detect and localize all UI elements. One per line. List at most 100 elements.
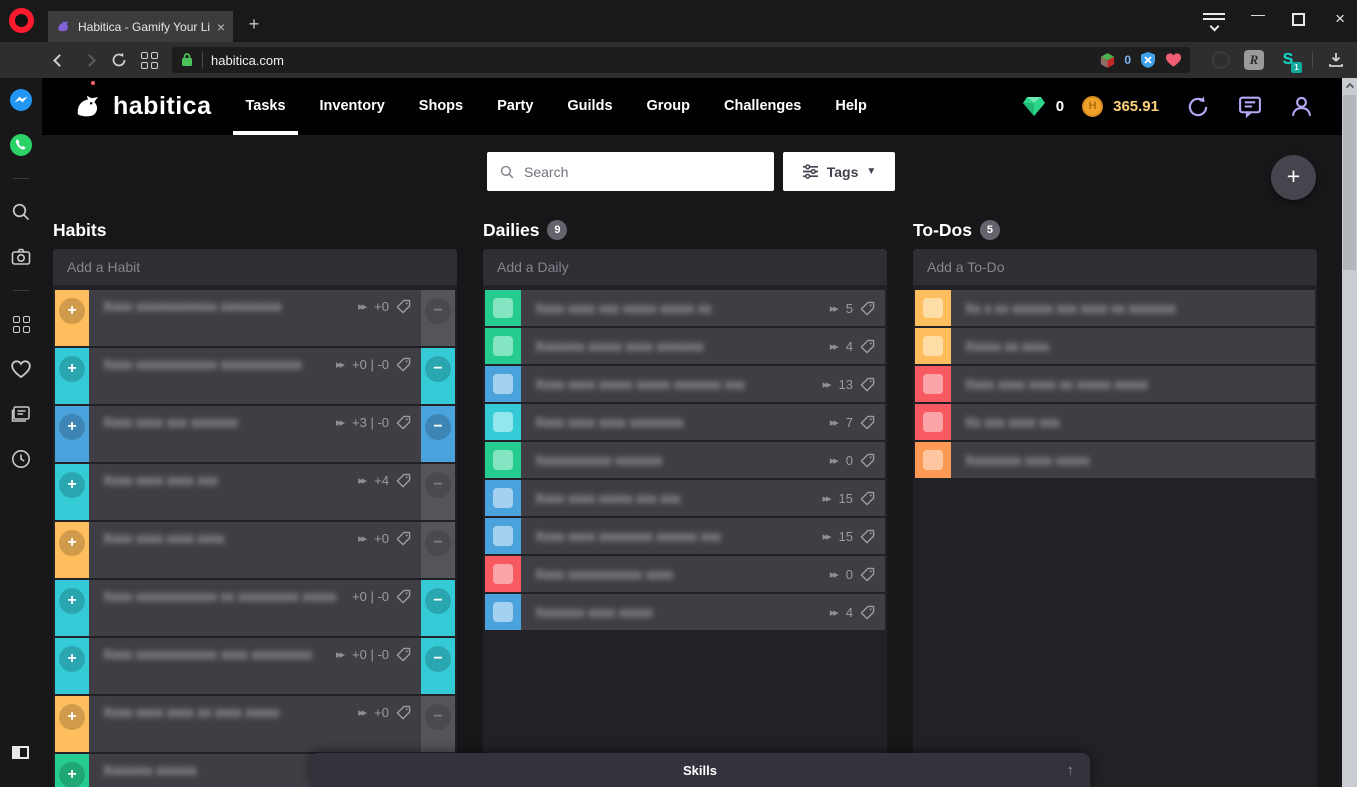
habit-plus-button[interactable]: +	[59, 762, 85, 787]
scrollbar-thumb[interactable]	[1343, 95, 1356, 270]
habit-minus-button[interactable]: −	[425, 530, 451, 556]
close-button[interactable]: ×	[1335, 9, 1345, 29]
habit-plus-button[interactable]: +	[59, 414, 85, 440]
tag-icon[interactable]	[396, 647, 411, 662]
search-sidebar-icon[interactable]	[9, 200, 33, 224]
speed-dial-button[interactable]	[134, 47, 164, 73]
todo-checkbox[interactable]	[923, 374, 943, 394]
cube-extension-icon[interactable]	[1099, 52, 1116, 69]
daily-checkbox[interactable]	[493, 336, 513, 356]
habitica-logo[interactable]: habitica	[42, 92, 211, 122]
nav-item[interactable]: Challenges	[718, 78, 807, 135]
url-field[interactable]: habitica.com 0	[172, 47, 1190, 73]
nav-item[interactable]: Group	[641, 78, 697, 135]
habit-minus-button[interactable]: −	[425, 588, 451, 614]
bookmarks-heart-icon[interactable]	[9, 357, 33, 381]
tag-icon[interactable]	[860, 377, 875, 392]
tag-icon[interactable]	[860, 491, 875, 506]
daily-checkbox[interactable]	[493, 412, 513, 432]
messenger-icon[interactable]	[9, 88, 33, 112]
habit-plus-button[interactable]: +	[59, 356, 85, 382]
reload-button[interactable]	[104, 47, 134, 73]
tags-button[interactable]: Tags ▼	[783, 152, 895, 191]
tag-icon[interactable]	[860, 453, 875, 468]
extension-circle-icon[interactable]	[1212, 51, 1230, 69]
habit-plus-button[interactable]: +	[59, 588, 85, 614]
downloads-icon[interactable]	[1327, 51, 1345, 69]
habit-plus-button[interactable]: +	[59, 530, 85, 556]
habit-minus-button[interactable]: −	[425, 704, 451, 730]
gem-icon[interactable]	[1022, 96, 1046, 117]
todo-checkbox[interactable]	[923, 450, 943, 470]
tab-close-icon[interactable]: ×	[217, 19, 225, 35]
habit-plus-button[interactable]: +	[59, 646, 85, 672]
todo-checkbox[interactable]	[923, 336, 943, 356]
new-tab-button[interactable]: +	[242, 14, 266, 35]
speed-dial-sidebar-icon[interactable]	[9, 312, 33, 336]
browser-menu-icon[interactable]	[1203, 10, 1225, 30]
tag-icon[interactable]	[860, 605, 875, 620]
scroll-up-arrow-icon[interactable]	[1342, 78, 1357, 93]
gold-coin-icon[interactable]: H	[1082, 96, 1103, 117]
daily-checkbox[interactable]	[493, 602, 513, 622]
todo-checkbox[interactable]	[923, 298, 943, 318]
snapshot-camera-icon[interactable]	[9, 245, 33, 269]
window-scrollbar[interactable]	[1342, 78, 1357, 787]
habit-minus-button[interactable]: −	[425, 414, 451, 440]
whatsapp-icon[interactable]	[9, 133, 33, 157]
add-habit-input[interactable]	[67, 259, 443, 275]
daily-checkbox[interactable]	[493, 450, 513, 470]
daily-checkbox[interactable]	[493, 526, 513, 546]
tag-icon[interactable]	[396, 473, 411, 488]
nav-item[interactable]: Inventory	[314, 78, 391, 135]
habit-minus-button[interactable]: −	[425, 356, 451, 382]
habit-minus-button[interactable]: −	[425, 646, 451, 672]
tag-icon[interactable]	[396, 705, 411, 720]
daily-checkbox[interactable]	[493, 488, 513, 508]
tag-icon[interactable]	[396, 357, 411, 372]
create-task-button[interactable]: +	[1271, 155, 1316, 200]
adblock-shield-icon[interactable]	[1139, 51, 1157, 69]
forward-button[interactable]	[74, 47, 104, 73]
history-clock-icon[interactable]	[9, 447, 33, 471]
search-input[interactable]	[524, 164, 762, 180]
opera-logo-icon[interactable]	[9, 8, 34, 33]
skills-drawer[interactable]: Skills ↑	[310, 753, 1090, 787]
daily-checkbox[interactable]	[493, 298, 513, 318]
add-todo-input[interactable]	[927, 259, 1303, 275]
tag-icon[interactable]	[860, 415, 875, 430]
habit-minus-button[interactable]: −	[425, 472, 451, 498]
daily-checkbox[interactable]	[493, 374, 513, 394]
tag-icon[interactable]	[396, 531, 411, 546]
maximize-button[interactable]	[1292, 13, 1305, 26]
sync-icon[interactable]	[1185, 94, 1211, 120]
nav-item[interactable]: Party	[491, 78, 539, 135]
browser-tab[interactable]: Habitica - Gamify Your Life ×	[48, 11, 233, 42]
expand-up-icon[interactable]: ↑	[1067, 762, 1075, 779]
tag-icon[interactable]	[860, 529, 875, 544]
daily-checkbox[interactable]	[493, 564, 513, 584]
nav-item[interactable]: Guilds	[561, 78, 618, 135]
chat-icon[interactable]	[1237, 94, 1263, 119]
nav-item[interactable]: Shops	[413, 78, 469, 135]
nav-item[interactable]: Help	[829, 78, 872, 135]
sidebar-panel-toggle-icon[interactable]	[12, 746, 29, 759]
tag-icon[interactable]	[396, 589, 411, 604]
tag-icon[interactable]	[396, 299, 411, 314]
tag-icon[interactable]	[396, 415, 411, 430]
add-daily-input[interactable]	[497, 259, 873, 275]
habit-plus-button[interactable]: +	[59, 472, 85, 498]
minimize-button[interactable]: —	[1251, 6, 1265, 22]
todo-checkbox[interactable]	[923, 412, 943, 432]
habit-minus-button[interactable]: −	[425, 298, 451, 324]
habit-plus-button[interactable]: +	[59, 298, 85, 324]
tag-icon[interactable]	[860, 339, 875, 354]
tag-icon[interactable]	[860, 567, 875, 582]
extension-r-icon[interactable]: R	[1244, 50, 1264, 70]
tag-icon[interactable]	[860, 301, 875, 316]
extension-s-icon[interactable]: S1	[1278, 50, 1298, 70]
habit-plus-button[interactable]: +	[59, 704, 85, 730]
nav-item[interactable]: Tasks	[239, 78, 291, 135]
personal-news-icon[interactable]	[9, 402, 33, 426]
profile-icon[interactable]	[1289, 94, 1314, 119]
